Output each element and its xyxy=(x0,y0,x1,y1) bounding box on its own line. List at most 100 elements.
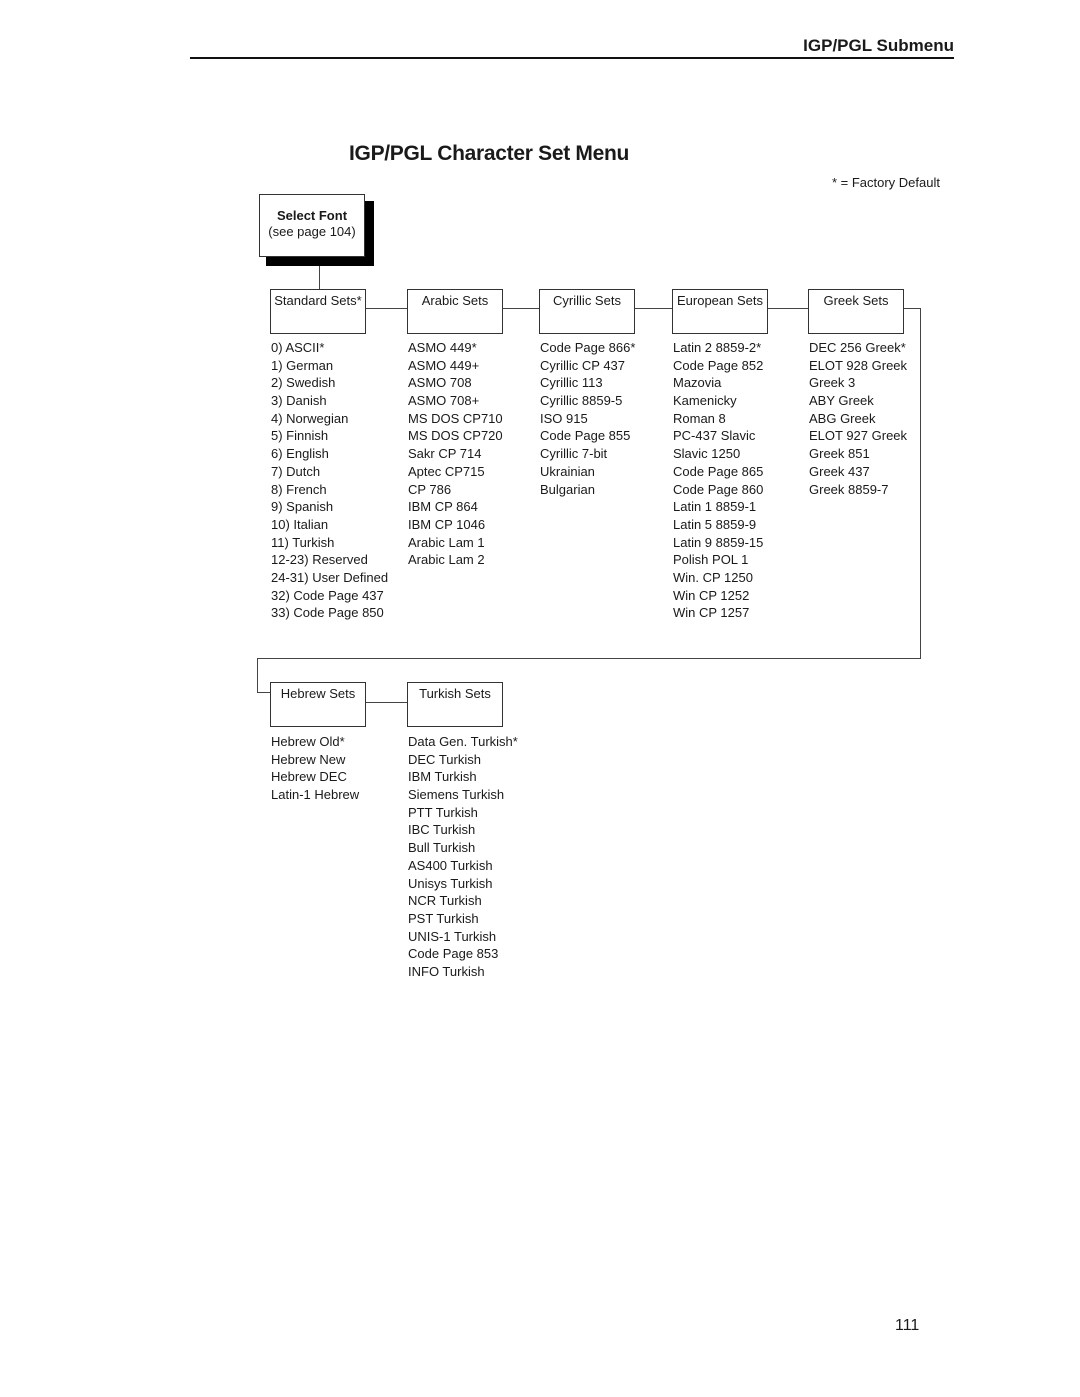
list-item: Polish POL 1 xyxy=(673,552,749,568)
list-item: DEC 256 Greek* xyxy=(809,340,906,355)
list-item: IBM CP 864 xyxy=(408,499,478,515)
hebrew-sets-label: Hebrew Sets xyxy=(280,686,356,701)
list-item: ASMO 708+ xyxy=(408,393,480,409)
hebrew-sets-box: Hebrew Sets xyxy=(270,682,366,727)
list-item: ASMO 449* xyxy=(408,340,477,355)
list-item: ASMO 708 xyxy=(408,375,472,391)
list-item: Code Page 866* xyxy=(540,340,636,355)
list-item: IBC Turkish xyxy=(408,822,476,838)
list-item: Roman 8 xyxy=(673,410,726,426)
list-item: MS DOS CP710 xyxy=(408,410,503,426)
greek-sets-list: DEC 256 Greek* ELOT 928 Greek Greek 3 AB… xyxy=(809,339,907,498)
list-item: Latin 5 8859-9 xyxy=(673,516,757,532)
european-sets-box: European Sets xyxy=(672,289,768,334)
connector-standard-arabic xyxy=(366,308,407,309)
list-item: Greek 3 xyxy=(809,375,856,391)
list-item: 2) Swedish xyxy=(271,375,336,391)
select-font-ref: (see page 104) xyxy=(268,224,356,239)
cyrillic-sets-list: Code Page 866* Cyrillic CP 437 Cyrillic … xyxy=(540,339,635,498)
list-item: Greek 851 xyxy=(809,446,870,462)
section-header: IGP/PGL Submenu xyxy=(803,36,954,55)
european-sets-list: Latin 2 8859-2* Code Page 852 Mazovia Ka… xyxy=(673,339,763,622)
list-item: Cyrillic 113 xyxy=(540,375,603,391)
list-item: Code Page 853 xyxy=(408,946,499,962)
list-item: Cyrillic 7-bit xyxy=(540,446,608,462)
connector-left-vertical xyxy=(257,658,258,693)
list-item: Bull Turkish xyxy=(408,840,476,856)
list-item: Kamenicky xyxy=(673,393,737,409)
list-item: Latin 1 8859-1 xyxy=(673,499,757,515)
list-item: 8) French xyxy=(271,481,327,497)
list-item: MS DOS CP720 xyxy=(408,428,503,444)
list-item: IBM Turkish xyxy=(408,769,477,785)
list-item: 33) Code Page 850 xyxy=(271,605,384,621)
connector-to-hebrew xyxy=(257,692,270,693)
list-item: PC-437 Slavic xyxy=(673,428,756,444)
list-item: Bulgarian xyxy=(540,481,595,497)
list-item: 7) Dutch xyxy=(271,463,321,479)
list-item: Greek 8859-7 xyxy=(809,481,889,497)
standard-sets-box: Standard Sets* xyxy=(270,289,366,334)
list-item: Latin 9 8859-15 xyxy=(673,534,764,550)
list-item: Arabic Lam 1 xyxy=(408,534,485,550)
list-item: ABG Greek xyxy=(809,410,876,426)
connector-european-greek xyxy=(768,308,808,309)
hebrew-sets-list: Hebrew Old* Hebrew New Hebrew DEC Latin-… xyxy=(271,733,359,804)
list-item: ABY Greek xyxy=(809,393,874,409)
list-item: PST Turkish xyxy=(408,910,479,926)
list-item: Ukrainian xyxy=(540,463,595,479)
select-font-title: Select Font xyxy=(276,208,348,223)
connector-greek-right xyxy=(904,308,920,309)
list-item: Latin-1 Hebrew xyxy=(271,787,360,803)
list-item: Win. CP 1250 xyxy=(673,569,753,585)
cyrillic-sets-label: Cyrillic Sets xyxy=(553,293,621,308)
turkish-sets-label: Turkish Sets xyxy=(419,686,491,701)
list-item: 11) Turkish xyxy=(271,534,335,550)
connector-hebrew-turkish xyxy=(366,702,407,703)
connector-right-vertical xyxy=(920,308,921,659)
turkish-sets-box: Turkish Sets xyxy=(407,682,503,727)
list-item: Cyrillic 8859-5 xyxy=(540,393,623,409)
list-item: Aptec CP715 xyxy=(408,463,485,479)
list-item: AS400 Turkish xyxy=(408,857,493,873)
connector-wrap-horizontal xyxy=(257,658,921,659)
arabic-sets-label: Arabic Sets xyxy=(421,293,489,308)
list-item: ELOT 927 Greek xyxy=(809,428,908,444)
list-item: NCR Turkish xyxy=(408,893,482,909)
list-item: DEC Turkish xyxy=(408,751,481,767)
list-item: CP 786 xyxy=(408,481,452,497)
list-item: Code Page 865 xyxy=(673,463,764,479)
list-item: 9) Spanish xyxy=(271,499,334,515)
connector-cyrillic-european xyxy=(635,308,672,309)
list-item: 4) Norwegian xyxy=(271,410,349,426)
greek-sets-box: Greek Sets xyxy=(808,289,904,334)
list-item: Code Page 852 xyxy=(673,357,764,373)
list-item: Hebrew DEC xyxy=(271,769,347,785)
greek-sets-label: Greek Sets xyxy=(823,293,889,308)
list-item: Mazovia xyxy=(673,375,722,391)
list-item: Unisys Turkish xyxy=(408,875,493,891)
list-item: 1) German xyxy=(271,357,334,373)
list-item: Arabic Lam 2 xyxy=(408,552,485,568)
standard-sets-label: Standard Sets* xyxy=(274,293,362,308)
list-item: 5) Finnish xyxy=(271,428,329,444)
header-rule xyxy=(190,57,954,59)
european-sets-label: European Sets xyxy=(676,293,763,308)
list-item: ASMO 449+ xyxy=(408,357,480,373)
standard-sets-list: 0) ASCII* 1) German 2) Swedish 3) Danish… xyxy=(271,339,388,622)
list-item: INFO Turkish xyxy=(408,963,485,979)
list-item: UNIS-1 Turkish xyxy=(408,928,497,944)
page-title: IGP/PGL Character Set Menu xyxy=(349,142,630,165)
list-item: Code Page 855 xyxy=(540,428,631,444)
list-item: Greek 437 xyxy=(809,463,870,479)
list-item: PTT Turkish xyxy=(408,804,478,820)
list-item: Hebrew Old* xyxy=(271,734,345,749)
list-item: Data Gen. Turkish* xyxy=(408,734,518,749)
arabic-sets-list: ASMO 449* ASMO 449+ ASMO 708 ASMO 708+ M… xyxy=(408,339,503,569)
select-font-box: Select Font (see page 104) xyxy=(259,194,365,257)
list-item: 3) Danish xyxy=(271,393,327,409)
list-item: Latin 2 8859-2* xyxy=(673,340,762,355)
list-item: Win CP 1252 xyxy=(673,587,750,603)
list-item: Hebrew New xyxy=(271,751,346,767)
connector-arabic-cyrillic xyxy=(503,308,539,309)
